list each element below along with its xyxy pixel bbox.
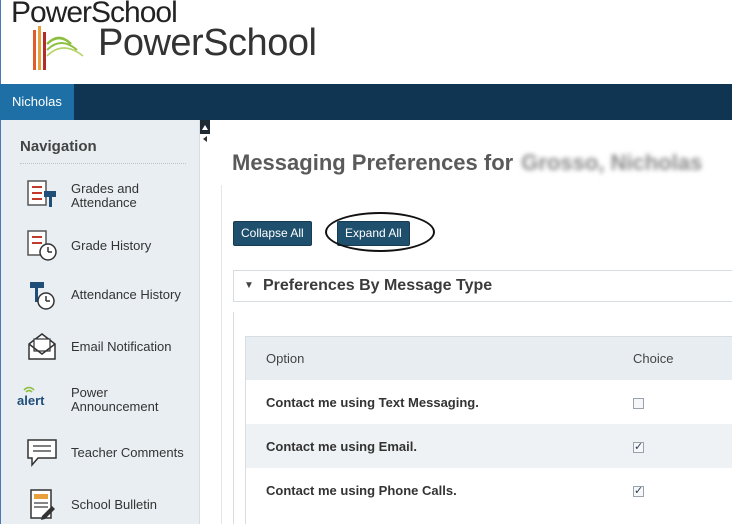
- sidebar: Navigation Grades and Attendance Grade H…: [0, 120, 200, 524]
- powerschool-logo-icon: [33, 26, 84, 70]
- choice-cell: [613, 468, 732, 512]
- phone-calls-checkbox[interactable]: [633, 484, 644, 497]
- sidebar-item-label: Teacher Comments: [71, 445, 184, 460]
- svg-text:alert: alert: [17, 393, 45, 408]
- page-title: Messaging Preferences for Grosso, Nichola…: [232, 150, 702, 176]
- text-messaging-checkbox[interactable]: [633, 397, 644, 409]
- content-divider: [221, 185, 222, 524]
- column-header-choice: Choice: [613, 337, 732, 380]
- alert-icon: alert: [17, 386, 45, 408]
- sidebar-item-email-notification[interactable]: Email Notification: [1, 322, 201, 372]
- table-row: Contact me using Text Messaging.: [246, 380, 732, 424]
- option-text: Contact me using Email.: [246, 424, 613, 468]
- collapse-all-button[interactable]: Collapse All: [233, 221, 312, 246]
- preferences-table-container: Option Choice Contact me using Text Mess…: [245, 336, 732, 524]
- sidebar-item-grade-history[interactable]: Grade History: [1, 221, 201, 271]
- comments-icon: [27, 439, 57, 468]
- app-header: PowerSchool PowerSchool: [0, 0, 732, 84]
- sidebar-item-grades-attendance[interactable]: Grades and Attendance: [1, 171, 201, 221]
- sidebar-collapse-handle[interactable]: [200, 120, 210, 150]
- page-title-text: Messaging Preferences for: [232, 150, 514, 175]
- grades-icon: [27, 180, 56, 207]
- bulletin-icon: [30, 489, 55, 520]
- sidebar-item-label: Power Announcement: [71, 385, 159, 414]
- sidebar-item-label: Attendance History: [71, 287, 181, 302]
- sidebar-item-label: Grades and Attendance: [71, 181, 139, 210]
- student-name-blurred: Grosso, Nicholas: [521, 150, 703, 175]
- grade-history-icon: [27, 230, 57, 261]
- logo-text-large: PowerSchool: [98, 22, 317, 64]
- preferences-table: Option Choice Contact me using Text Mess…: [246, 337, 732, 512]
- top-navbar: Nicholas: [0, 84, 732, 120]
- option-text: Contact me using Text Messaging.: [266, 394, 479, 410]
- section-title: Preferences By Message Type: [263, 277, 493, 294]
- student-tab[interactable]: Nicholas: [0, 84, 74, 120]
- sidebar-item-teacher-comments[interactable]: Teacher Comments: [1, 428, 201, 478]
- sidebar-item-label: Grade History: [71, 238, 152, 253]
- option-text: Contact me using Phone Calls.: [266, 482, 457, 498]
- sidebar-item-attendance-history[interactable]: Attendance History: [1, 270, 201, 320]
- attendance-history-icon: [30, 282, 55, 310]
- navigation-divider: [20, 163, 186, 164]
- sidebar-item-label: Email Notification: [71, 339, 172, 354]
- sidebar-item-school-bulletin[interactable]: School Bulletin: [1, 480, 201, 524]
- email-checkbox[interactable]: [633, 440, 644, 453]
- table-header-row: Option Choice: [246, 337, 732, 380]
- table-row: Contact me using Email.: [246, 424, 732, 468]
- choice-cell: [613, 380, 732, 424]
- table-row: Contact me using Phone Calls.: [246, 468, 732, 512]
- sidebar-item-power-announcement[interactable]: alert Power Announcement: [1, 375, 201, 425]
- column-header-option: Option: [246, 337, 613, 380]
- choice-cell: [613, 424, 732, 468]
- section-header-preferences[interactable]: ▼ Preferences By Message Type: [233, 270, 732, 302]
- email-icon: [28, 333, 56, 360]
- sidebar-item-label: School Bulletin: [71, 497, 157, 512]
- highlight-circle-annotation: [325, 212, 435, 252]
- caret-down-icon: ▼: [244, 280, 254, 291]
- navigation-title: Navigation: [20, 138, 97, 155]
